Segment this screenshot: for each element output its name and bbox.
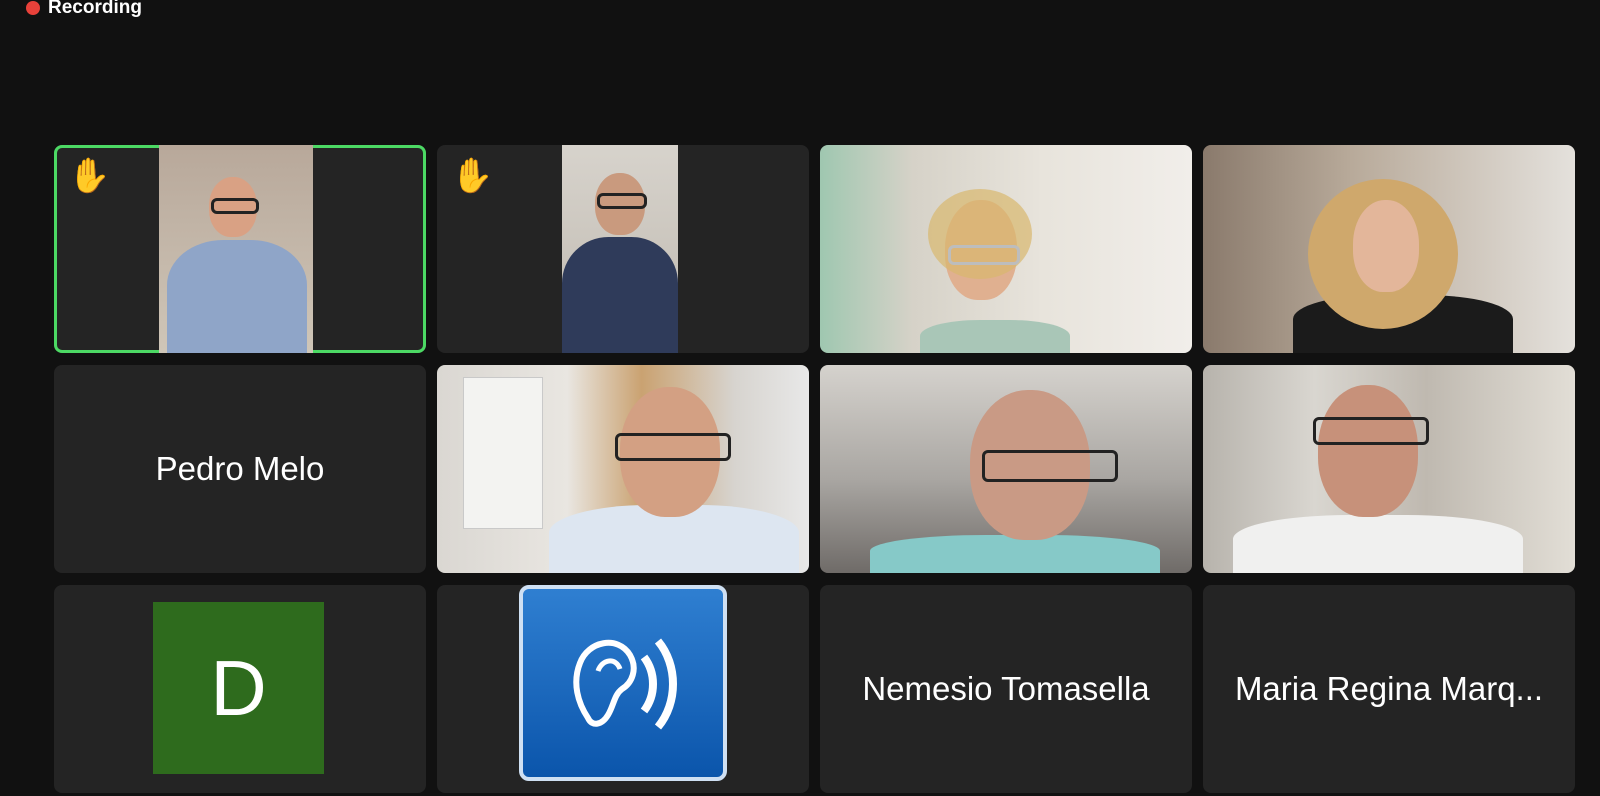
participant-name: Maria Regina Marq... bbox=[1234, 670, 1544, 707]
participant-video bbox=[820, 145, 1192, 353]
recording-indicator[interactable]: Recording bbox=[26, 0, 142, 19]
participant-tile[interactable] bbox=[820, 145, 1192, 353]
participant-tile[interactable]: ✋ bbox=[54, 145, 426, 353]
participant-avatar: D bbox=[153, 602, 324, 774]
participant-tile[interactable]: Maria Regina Marq... bbox=[1203, 585, 1575, 793]
participant-video bbox=[1203, 365, 1575, 573]
recording-dot-icon bbox=[26, 1, 40, 15]
participant-tile[interactable] bbox=[437, 365, 809, 573]
participant-tile[interactable] bbox=[1203, 145, 1575, 353]
participant-video bbox=[437, 365, 809, 573]
participant-video bbox=[562, 145, 678, 353]
meeting-window: Recording ✋ ✋ Pedro Melo D Nemesio Tomas… bbox=[0, 0, 1600, 796]
participant-tile[interactable] bbox=[820, 365, 1192, 573]
raised-hand-icon: ✋ bbox=[451, 157, 494, 195]
participant-tile[interactable]: ✋ bbox=[437, 145, 809, 353]
participant-name: Nemesio Tomasella bbox=[862, 670, 1150, 707]
participant-tile[interactable]: Pedro Melo bbox=[54, 365, 426, 573]
participant-tile[interactable] bbox=[1203, 365, 1575, 573]
gallery-grid: ✋ ✋ Pedro Melo D Nemesio Tomasella Maria… bbox=[54, 145, 1575, 796]
participant-video bbox=[1203, 145, 1575, 353]
recording-label: Recording bbox=[48, 0, 142, 18]
raised-hand-icon: ✋ bbox=[68, 157, 111, 195]
participant-video bbox=[159, 145, 313, 353]
participant-video bbox=[820, 365, 1192, 573]
participant-tile[interactable]: D bbox=[54, 585, 426, 793]
participant-name: Pedro Melo bbox=[155, 450, 325, 487]
participant-tile[interactable] bbox=[437, 585, 809, 793]
hearing-assistance-icon bbox=[519, 585, 727, 781]
participant-tile[interactable]: Nemesio Tomasella bbox=[820, 585, 1192, 793]
